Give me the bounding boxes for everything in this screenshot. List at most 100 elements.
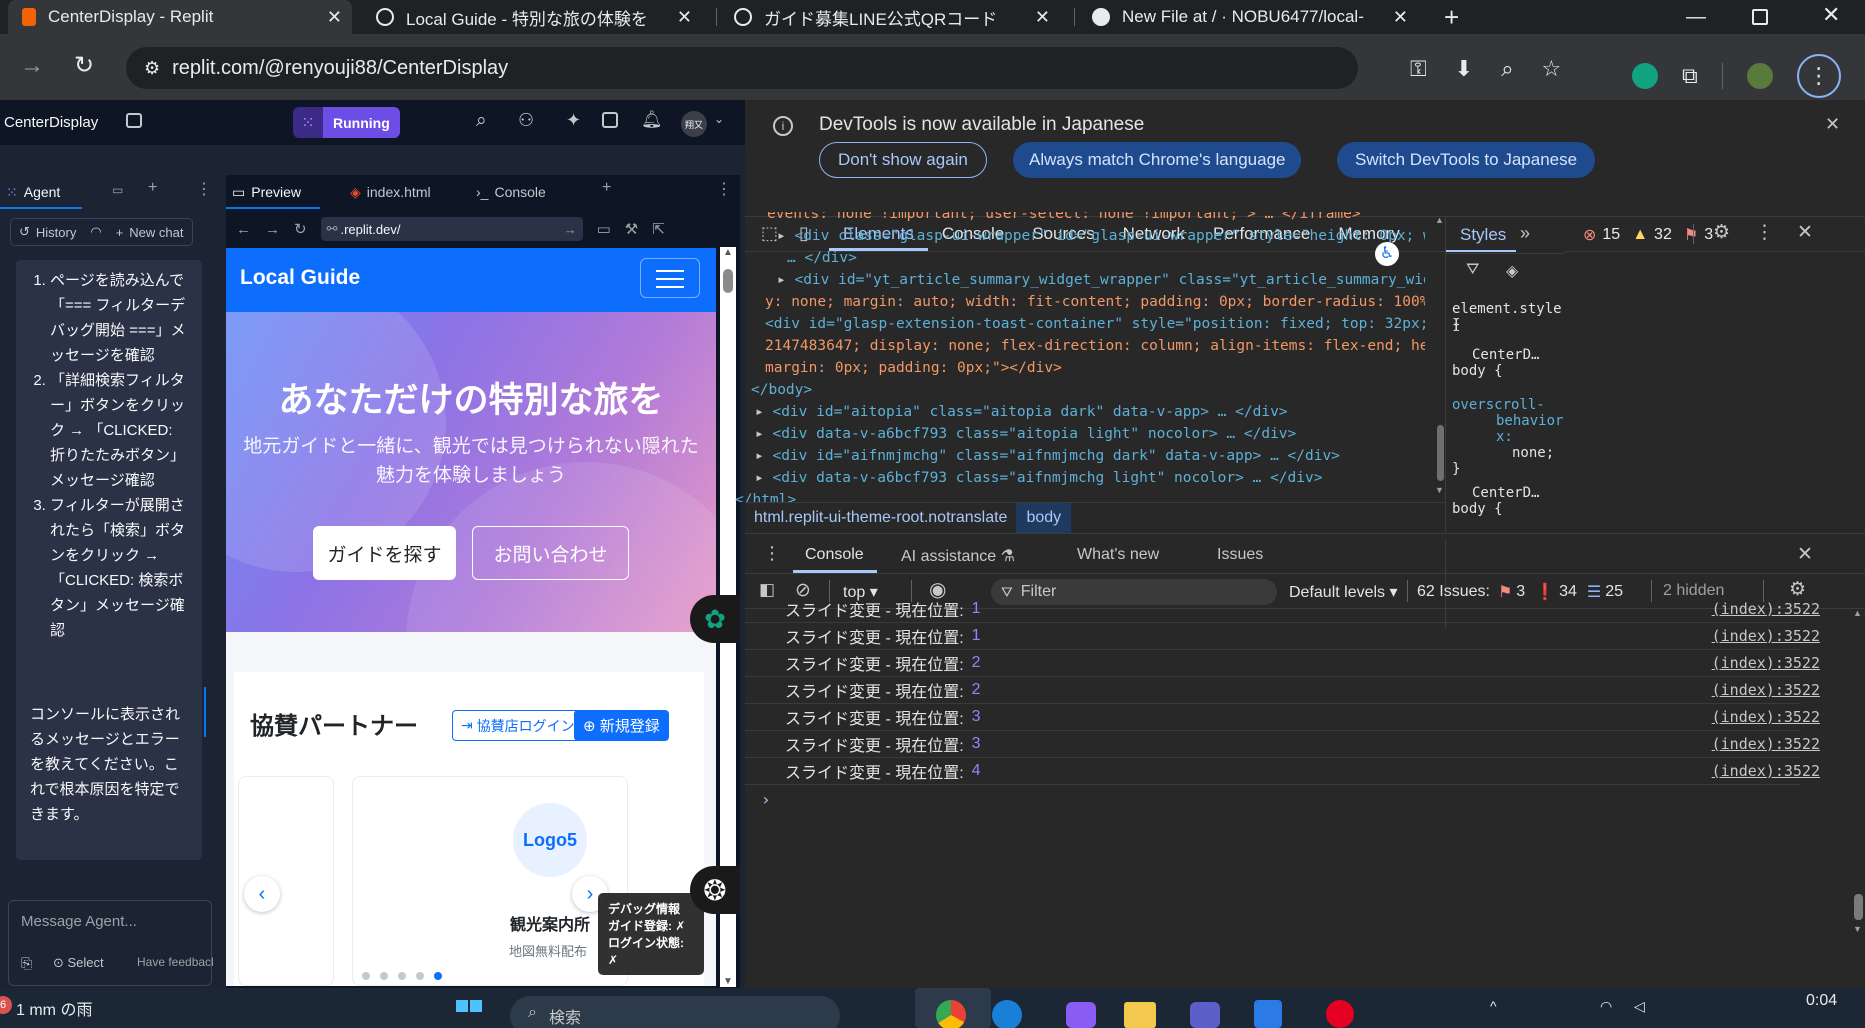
console-message-row[interactable]: スライド変更 - 現在位置: 3 (index):3522	[745, 704, 1820, 731]
dom-node-line[interactable]: margin: 0px; padding: 0px;"></div>	[765, 358, 1062, 380]
bookmark-star-icon[interactable]: ☆	[1542, 56, 1562, 82]
tab-agent[interactable]: ⁙ Agent	[6, 177, 60, 207]
invite-user-icon[interactable]: ⚇	[518, 110, 534, 131]
close-tab-icon[interactable]: ✕	[1035, 7, 1050, 28]
expand-arrow-icon[interactable]: ▸	[755, 404, 772, 420]
breadcrumb-body[interactable]: body	[1016, 503, 1072, 533]
console-source-link[interactable]: (index):3522	[1712, 627, 1820, 645]
browser-tab-replit[interactable]: CenterDisplay - Replit ✕	[8, 0, 352, 34]
dom-node-line[interactable]: <div id="glasp-extension-toast-container…	[765, 314, 1425, 336]
dom-node-line[interactable]: ▸ <div data-v-a6bcf793 class="aifnmjmchg…	[755, 468, 1322, 490]
new-tab-plus-icon[interactable]: +	[602, 179, 611, 197]
volume-icon[interactable]: ◁	[1634, 998, 1645, 1015]
install-app-icon[interactable]: ⬇	[1455, 56, 1473, 82]
teams-app-icon[interactable]	[1190, 1002, 1220, 1028]
browser-tab-line-qr[interactable]: ガイド募集LINE公式QRコード ✕	[720, 0, 1060, 34]
profile-avatar[interactable]	[1746, 63, 1773, 89]
password-key-icon[interactable]: ⚿	[1410, 56, 1427, 82]
browser-tab-github[interactable]: New File at / · NOBU6477/local- ✕	[1078, 0, 1418, 34]
notifications-bell-icon[interactable]: 🔔︎	[641, 110, 663, 130]
contact-button[interactable]: お問い合わせ	[472, 526, 629, 580]
devices-icon[interactable]: ▭	[597, 220, 611, 238]
new-tab-button[interactable]: +	[1444, 2, 1459, 33]
drawer-tab-issues[interactable]: Issues	[1217, 546, 1263, 564]
console-message-row[interactable]: スライド変更 - 現在位置: 1 (index):3522	[745, 596, 1820, 623]
switch-to-japanese-button[interactable]: Switch DevTools to Japanese	[1337, 142, 1596, 178]
console-source-link[interactable]: (index):3522	[1712, 681, 1820, 699]
dom-node-line[interactable]: … </div>	[787, 248, 857, 270]
layout-icon[interactable]	[126, 113, 142, 128]
carousel-dot[interactable]	[416, 972, 424, 980]
console-message-row[interactable]: スライド変更 - 現在位置: 2 (index):3522	[745, 677, 1820, 704]
console-source-link[interactable]: (index):3522	[1712, 600, 1820, 618]
expand-arrow-icon[interactable]: ▸	[777, 228, 794, 244]
scroll-thumb[interactable]	[1854, 894, 1863, 920]
dom-node-line[interactable]: events: none !important; user-select: no…	[767, 212, 1361, 226]
new-tab-plus-icon[interactable]: +	[148, 179, 157, 197]
pinterest-app-icon[interactable]	[1326, 1000, 1354, 1028]
close-banner-icon[interactable]: ✕	[1825, 114, 1840, 135]
dom-node-line[interactable]: 2147483647; display: none; flex-directio…	[765, 336, 1425, 358]
dom-tree[interactable]: events: none !important; user-select: no…	[735, 212, 1425, 502]
select-button[interactable]: ⊙ Select	[53, 955, 104, 971]
close-drawer-icon[interactable]: ✕	[1797, 543, 1813, 566]
always-match-language-button[interactable]: Always match Chrome's language	[1013, 142, 1302, 178]
dom-node-line[interactable]: </body>	[751, 380, 812, 402]
console-source-link[interactable]: (index):3522	[1712, 735, 1820, 753]
expand-arrow-icon[interactable]: ▸	[755, 448, 772, 464]
tab-index-html[interactable]: ◈ index.html	[350, 177, 431, 207]
forward-icon[interactable]: →	[265, 221, 280, 238]
filter-icon[interactable]: ⛛	[1466, 261, 1479, 279]
extensions-puzzle-icon[interactable]: ⧉	[1682, 63, 1698, 89]
windows-start-icon[interactable]	[456, 1000, 482, 1026]
more-options-icon[interactable]: ⋮	[716, 179, 732, 199]
customize-menu-icon[interactable]: ⋮	[1755, 221, 1774, 244]
search-icon[interactable]: ⌕	[476, 110, 487, 132]
more-panes-icon[interactable]: »	[1520, 223, 1530, 244]
wifi-icon[interactable]: ◠	[1600, 998, 1612, 1015]
expand-arrow-icon[interactable]: ▸	[755, 426, 772, 442]
url-text[interactable]: replit.com/@renyouji88/CenterDisplay	[172, 57, 508, 80]
reload-icon[interactable]: ↻	[74, 51, 94, 80]
carousel-prev-button[interactable]: ‹	[244, 876, 280, 912]
chatgpt-extension-icon[interactable]	[1632, 63, 1658, 89]
breadcrumb-html[interactable]: html.replit-ui-theme-root.notranslate	[745, 509, 1016, 527]
site-brand[interactable]: Local Guide	[240, 266, 360, 290]
go-arrow-icon[interactable]: →	[564, 222, 577, 237]
forward-icon[interactable]: →	[20, 52, 44, 80]
more-options-icon[interactable]: ⋮	[196, 179, 212, 199]
console-message-row[interactable]: スライド変更 - 現在位置: 2 (index):3522	[745, 650, 1820, 677]
run-button[interactable]: ⁙ Running	[293, 107, 400, 138]
console-source-link[interactable]: (index):3522	[1712, 708, 1820, 726]
file-explorer-icon[interactable]	[1124, 1002, 1156, 1028]
weather-widget[interactable]: 1 mm の雨	[16, 996, 92, 1020]
hamburger-menu-icon[interactable]	[640, 258, 700, 298]
copilot-app-icon[interactable]	[1066, 1002, 1096, 1028]
omnibox[interactable]: ⚙ replit.com/@renyouji88/CenterDisplay	[126, 47, 1358, 89]
new-chat-label[interactable]: New chat	[129, 225, 183, 240]
preview-url-bar[interactable]: ⚯ .replit.dev/ →	[320, 217, 583, 241]
dont-show-again-button[interactable]: Don't show again	[819, 142, 987, 178]
console-message-row[interactable]: スライド変更 - 現在位置: 3 (index):3522	[745, 731, 1820, 758]
minimize-window-icon[interactable]: —	[1686, 6, 1706, 29]
drawer-menu-icon[interactable]: ⋮	[763, 543, 781, 564]
taskbar-search[interactable]: ⌕ 検索	[510, 996, 840, 1028]
browser-tab-local-guide[interactable]: Local Guide - 特別な旅の体験を ✕	[362, 0, 702, 34]
message-input[interactable]: Message Agent... ⎘ ⊙ Select Have feedbac…	[8, 900, 213, 986]
clock-time[interactable]: 0:04	[1806, 992, 1837, 1010]
partner-login-button[interactable]: ⇥ 協賛店ログイン	[452, 710, 584, 741]
close-window-icon[interactable]: ✕	[1822, 2, 1840, 28]
scroll-thumb[interactable]	[1437, 425, 1444, 481]
dom-node-line[interactable]: ▸ <div id="aifnmjmchg" class="aifnmjmchg…	[755, 446, 1340, 468]
edge-app-icon[interactable]	[992, 1000, 1022, 1028]
dom-node-line[interactable]: y: none; margin: auto; width: fit-conten…	[765, 292, 1425, 314]
vscode-app-icon[interactable]	[1254, 1000, 1282, 1028]
user-avatar[interactable]: 翔又	[681, 111, 707, 137]
chevron-down-icon[interactable]: ⌄	[714, 112, 724, 126]
feedback-link[interactable]: Have feedback	[137, 955, 213, 969]
partner-register-button[interactable]: ⊕ 新規登録	[574, 710, 669, 741]
expand-arrow-icon[interactable]: ▸	[755, 470, 772, 486]
dom-node-line[interactable]: ▸ <div id="yt_article_summary_widget_wra…	[777, 270, 1425, 292]
dom-scrollbar[interactable]: ▲ ▼	[1435, 215, 1445, 505]
accessibility-icon[interactable]: ♿	[1375, 242, 1399, 266]
